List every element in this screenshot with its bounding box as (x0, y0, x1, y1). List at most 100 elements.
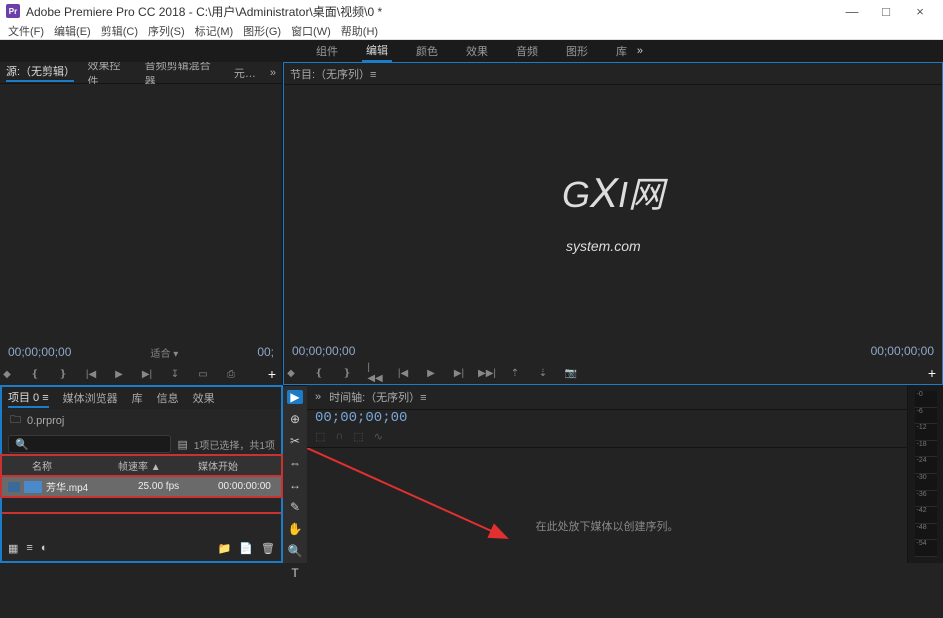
track-select-tool[interactable]: ⊕ (287, 412, 303, 426)
col-name[interactable]: 名称 (8, 458, 118, 473)
col-framerate[interactable]: 帧速率 ▲ (118, 458, 198, 473)
source-timecode-out[interactable]: 00; (257, 345, 274, 359)
type-tool[interactable]: T (287, 566, 303, 580)
tab-libraries[interactable]: 库 (132, 390, 143, 406)
source-button-editor[interactable]: + (268, 366, 276, 382)
timeline-title: 时间轴:（无序列）≡ (329, 389, 426, 405)
in-point-icon[interactable]: ❴ (28, 367, 42, 381)
menu-help[interactable]: 帮助(H) (341, 23, 378, 39)
source-panel: 源:（无剪辑） 效果控件 音频剪辑混合器 元… » 00;00;00;00 适合… (0, 62, 283, 385)
zoom-tool[interactable]: 🔍 (287, 544, 303, 558)
source-zoom-fit[interactable]: 适合 ▾ (150, 345, 178, 360)
razor-tool[interactable]: ⇔ (287, 456, 303, 470)
insert-icon[interactable]: ↧ (168, 367, 182, 381)
out-point-icon[interactable]: ❵ (340, 366, 354, 380)
ripple-edit-tool[interactable]: ✂ (287, 434, 303, 448)
go-in-icon[interactable]: |◀◀ (368, 366, 382, 380)
clip-name: 芳华.mp4 (46, 479, 138, 494)
extract-icon[interactable]: ⇣ (536, 366, 550, 380)
new-item-icon[interactable]: 📄 (239, 542, 253, 555)
tab-effects-panel[interactable]: 效果 (193, 390, 215, 406)
in-point-icon[interactable]: ❴ (312, 366, 326, 380)
titlebar: Pr Adobe Premiere Pro CC 2018 - C:\用户\Ad… (0, 0, 943, 22)
export-frame-icon[interactable]: ⎙ (224, 367, 238, 381)
program-panel: 节目:（无序列）≡ GXI网system.com 00;00;00;00 00;… (283, 62, 943, 385)
marker-icon[interactable]: ◆ (284, 366, 298, 380)
menu-edit[interactable]: 编辑(E) (54, 23, 91, 39)
project-search-input[interactable]: 🔍 (8, 435, 171, 453)
project-footer: ▦ ≡ ◐ 📁 📄 🗑 (2, 535, 281, 561)
workspace-audio[interactable]: 音频 (512, 41, 542, 61)
play-icon[interactable]: ▶ (424, 366, 438, 380)
workspace-editing[interactable]: 编辑 (362, 40, 392, 62)
step-fwd-icon[interactable]: ▶| (140, 367, 154, 381)
play-icon[interactable]: ▶ (112, 367, 126, 381)
watermark: GXI网system.com (562, 166, 664, 260)
tab-metadata[interactable]: 元… (234, 65, 256, 81)
tab-info[interactable]: 信息 (157, 390, 179, 406)
list-view-icon[interactable]: ▦ (8, 542, 18, 555)
workspace-graphics[interactable]: 图形 (562, 41, 592, 61)
linked-selection-icon[interactable]: ∩ (335, 430, 343, 443)
go-out-icon[interactable]: ▶▶| (480, 366, 494, 380)
selection-tool[interactable]: ▶ (287, 390, 303, 404)
col-media-start[interactable]: 媒体开始 (198, 458, 275, 473)
source-timecode-in[interactable]: 00;00;00;00 (8, 345, 71, 359)
annotation-underline (2, 512, 281, 514)
menu-graphics[interactable]: 图形(G) (243, 23, 281, 39)
menu-clip[interactable]: 剪辑(C) (101, 23, 138, 39)
program-timecode-out[interactable]: 00;00;00;00 (871, 344, 934, 358)
tab-media-browser[interactable]: 媒体浏览器 (63, 390, 118, 406)
workspace-effects[interactable]: 效果 (462, 41, 492, 61)
step-back-icon[interactable]: |◀ (84, 367, 98, 381)
filter-icon[interactable]: ▤ (177, 438, 187, 451)
clip-icon (8, 482, 20, 492)
timeline-drop-hint: 在此处放下媒体以创建序列。 (536, 518, 679, 534)
program-button-editor[interactable]: + (928, 365, 936, 381)
timeline-overflow[interactable]: » (315, 391, 321, 403)
tab-program[interactable]: 节目:（无序列）≡ (290, 66, 376, 82)
tab-project[interactable]: 项目 0 ≡ (8, 389, 49, 408)
workspace-color[interactable]: 颜色 (412, 41, 442, 61)
step-fwd-icon[interactable]: ▶| (452, 366, 466, 380)
freeform-view-icon[interactable]: ◐ (41, 542, 48, 554)
source-transport: ◆ ❴ ❵ |◀ ▶ ▶| ↧ ▭ ⎙ + (0, 363, 282, 385)
hand-tool[interactable]: ✋ (287, 522, 303, 536)
window-minimize-button[interactable]: — (835, 0, 869, 22)
icon-view-icon[interactable]: ≡ (26, 542, 32, 554)
selection-info: 1项已选择，共1项 (194, 437, 275, 452)
out-point-icon[interactable]: ❵ (56, 367, 70, 381)
window-close-button[interactable]: × (903, 0, 937, 22)
program-timecode-in[interactable]: 00;00;00;00 (292, 344, 355, 358)
project-item-row[interactable]: 芳华.mp4 25.00 fps 00:00:00:00 (2, 477, 281, 496)
tab-source[interactable]: 源:（无剪辑） (6, 63, 74, 82)
window-maximize-button[interactable]: □ (869, 0, 903, 22)
source-tabs-overflow[interactable]: » (270, 67, 276, 79)
workspace-assembly[interactable]: 组件 (312, 41, 342, 61)
new-bin-icon[interactable]: 📁 (218, 542, 232, 555)
marker-toggle-icon[interactable]: ⬚ (353, 430, 363, 443)
slip-tool[interactable]: ↔ (287, 478, 303, 492)
menu-file[interactable]: 文件(F) (8, 23, 44, 39)
overwrite-icon[interactable]: ▭ (196, 367, 210, 381)
workspace-libraries[interactable]: 库 (612, 41, 631, 61)
clip-thumbnail (24, 481, 42, 493)
timeline-panel: » 时间轴:（无序列）≡ 00;00;00;00 ⬚ ∩ ⬚ ∿ 在此处放下媒体… (307, 385, 907, 563)
settings-icon[interactable]: ∿ (374, 430, 383, 443)
program-monitor: GXI网system.com (284, 85, 942, 340)
menu-window[interactable]: 窗口(W) (291, 23, 331, 39)
trash-icon[interactable]: 🗑 (261, 542, 275, 555)
marker-icon[interactable]: ◆ (0, 367, 14, 381)
timeline-timecode[interactable]: 00;00;00;00 (307, 410, 907, 426)
workspace-overflow[interactable]: » (637, 45, 643, 57)
snap-icon[interactable]: ⬚ (315, 430, 325, 443)
step-back-icon[interactable]: |◀ (396, 366, 410, 380)
menu-sequence[interactable]: 序列(S) (148, 23, 185, 39)
export-frame-icon[interactable]: 📷 (564, 366, 578, 380)
lift-icon[interactable]: ⇡ (508, 366, 522, 380)
pen-tool[interactable]: ✎ (287, 500, 303, 514)
timeline-tracks-area[interactable]: 在此处放下媒体以创建序列。 (307, 447, 907, 563)
audio-meters: -0 -6 -12 -18 -24 -30 -36 -42 -48 -54 (907, 385, 943, 563)
menu-marker[interactable]: 标记(M) (195, 23, 234, 39)
project-name: 0.prproj (27, 415, 64, 427)
